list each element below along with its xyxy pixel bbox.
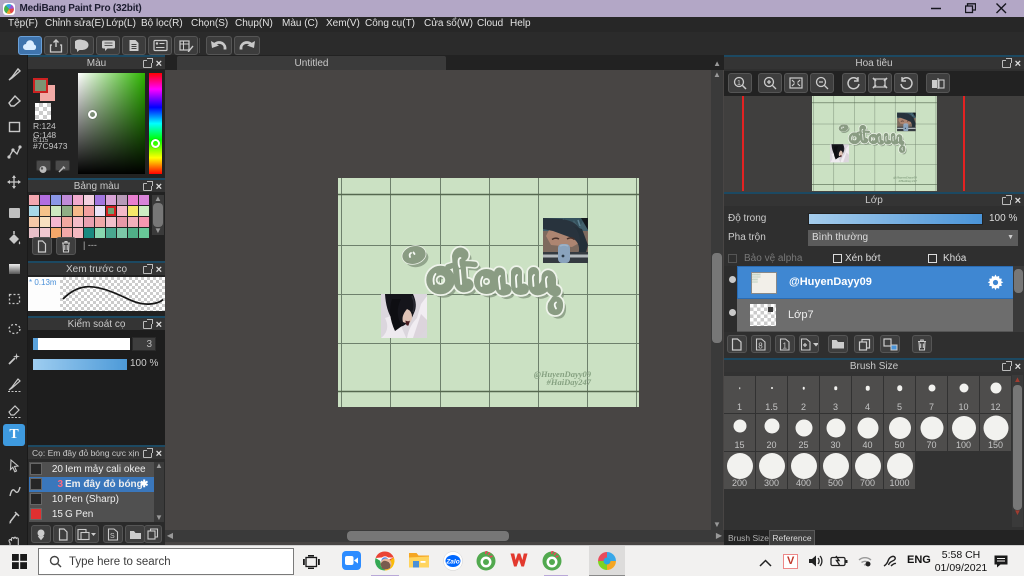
svg-text:8: 8	[758, 341, 763, 350]
svg-text:1: 1	[737, 80, 741, 87]
svg-text:Zalo: Zalo	[445, 559, 459, 566]
svg-text:1: 1	[783, 341, 788, 350]
svg-text:S: S	[110, 533, 115, 540]
